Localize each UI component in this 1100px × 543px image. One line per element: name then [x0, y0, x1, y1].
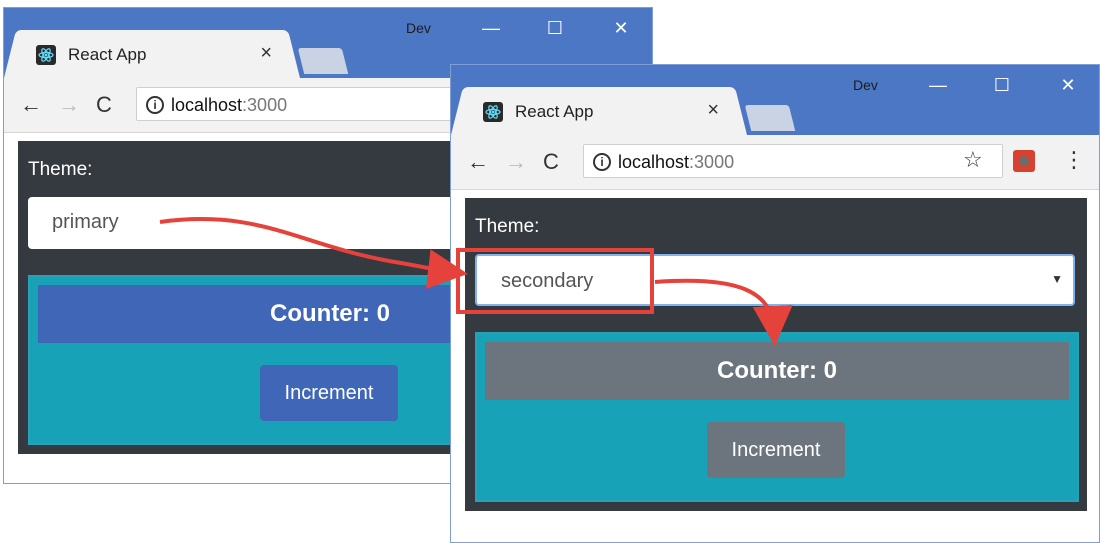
- browser-tab[interactable]: React App ×: [465, 87, 733, 135]
- counter-display: Counter: 0: [485, 342, 1069, 400]
- tab-title: React App: [515, 102, 594, 121]
- profile-name[interactable]: Dev: [406, 20, 431, 36]
- info-icon[interactable]: i: [593, 153, 611, 171]
- title-bar: React App × Dev — ☐ ✕: [451, 65, 1099, 135]
- react-favicon-icon: [36, 45, 56, 65]
- forward-arrow-icon[interactable]: →: [58, 92, 80, 118]
- react-favicon-icon: [483, 102, 503, 122]
- extension-icon[interactable]: [1013, 150, 1035, 172]
- url-port: :3000: [689, 152, 735, 172]
- reload-icon[interactable]: C: [543, 149, 559, 175]
- minimize-icon[interactable]: —: [468, 14, 514, 42]
- url-port: :3000: [242, 95, 288, 115]
- back-arrow-icon[interactable]: ←: [20, 92, 42, 118]
- reload-icon[interactable]: C: [96, 92, 112, 118]
- address-bar[interactable]: i localhost:3000: [583, 144, 1003, 178]
- new-tab-button[interactable]: [297, 48, 349, 74]
- url-text: localhost:3000: [171, 95, 287, 116]
- annotation-highlight-box: [456, 248, 654, 314]
- theme-select-value: primary: [52, 211, 119, 233]
- browser-tab[interactable]: React App ×: [18, 30, 286, 78]
- menu-kebab-icon[interactable]: ⋮: [1063, 147, 1085, 173]
- counter-panel: Counter: 0 Increment: [475, 332, 1079, 502]
- back-arrow-icon[interactable]: ←: [467, 149, 489, 175]
- app-page: Theme: secondary ▼ Counter: 0 Increment: [465, 198, 1087, 511]
- bookmark-star-icon[interactable]: ☆: [963, 147, 983, 173]
- theme-label: Theme:: [28, 159, 93, 180]
- chevron-down-icon[interactable]: ▼: [1051, 272, 1063, 286]
- maximize-icon[interactable]: ☐: [532, 14, 578, 42]
- new-tab-button[interactable]: [744, 105, 796, 131]
- increment-button[interactable]: Increment: [260, 365, 398, 421]
- forward-arrow-icon[interactable]: →: [505, 149, 527, 175]
- tab-close-icon[interactable]: ×: [707, 99, 719, 122]
- tab-title: React App: [68, 45, 147, 64]
- close-window-icon[interactable]: ✕: [598, 14, 644, 42]
- url-text: localhost:3000: [618, 152, 734, 173]
- browser-toolbar: ← → C i localhost:3000 ☆ ⋮: [451, 135, 1099, 190]
- url-host: localhost: [618, 152, 690, 172]
- profile-name[interactable]: Dev: [853, 77, 878, 93]
- info-icon[interactable]: i: [146, 96, 164, 114]
- maximize-icon[interactable]: ☐: [979, 71, 1025, 99]
- url-host: localhost: [171, 95, 243, 115]
- theme-label: Theme:: [475, 216, 540, 237]
- increment-button[interactable]: Increment: [707, 422, 845, 478]
- close-window-icon[interactable]: ✕: [1045, 71, 1091, 99]
- tab-close-icon[interactable]: ×: [260, 42, 272, 65]
- minimize-icon[interactable]: —: [915, 71, 961, 99]
